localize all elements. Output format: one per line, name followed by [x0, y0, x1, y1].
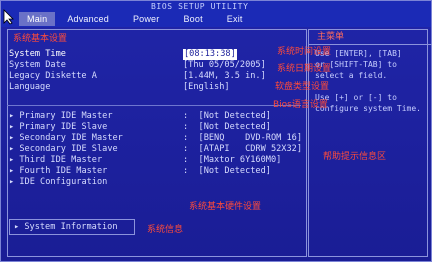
device-primary-ide-slave[interactable]: ▸ Primary IDE Slave : [Not Detected]: [9, 122, 271, 133]
bios-window: BIOS SETUP UTILITY Main Advanced Power B…: [0, 0, 432, 262]
mouse-cursor-icon: [3, 9, 14, 25]
device-primary-ide-master[interactable]: ▸ Primary IDE Master : [Not Detected]: [9, 111, 271, 122]
help-panel-text: Use [ENTER], [TAB] or [SHIFT-TAB] to sel…: [315, 49, 421, 113]
menu-main[interactable]: Main: [19, 12, 56, 26]
help-panel-title: 主菜单: [309, 30, 432, 45]
note-system-date: 系统日期设置: [277, 64, 332, 74]
ide-configuration[interactable]: ▸ IDE Configuration: [9, 177, 107, 188]
top-menu-bar: BIOS SETUP UTILITY Main Advanced Power B…: [1, 1, 431, 27]
setting-language[interactable]: Language [English]: [9, 82, 230, 93]
setting-system-date[interactable]: System Date [Thu 05/05/2005]: [9, 60, 266, 71]
system-information-button[interactable]: ▸ System Information: [9, 219, 135, 235]
divider: [7, 105, 301, 106]
menu-advanced[interactable]: Advanced: [55, 12, 121, 26]
device-fourth-ide-master[interactable]: ▸ Fourth IDE Master : [Not Detected]: [9, 166, 271, 177]
note-floppy-type: 软盘类型设置: [275, 82, 330, 92]
bios-title: BIOS SETUP UTILITY: [151, 2, 249, 11]
menu-exit[interactable]: Exit: [215, 12, 255, 26]
note-bios-language: Bios语言设置: [273, 100, 328, 110]
arrow-icon: ▸: [14, 222, 25, 232]
device-secondary-ide-slave[interactable]: ▸ Secondary IDE Slave : [ATAPI CDRW 52X3…: [9, 144, 302, 155]
menu-boot[interactable]: Boot: [171, 12, 214, 26]
main-menu: Main Advanced Power Boot Exit: [19, 12, 255, 26]
note-system-info: 系统信息: [147, 225, 184, 235]
setting-system-time[interactable]: System Time [08:13:38]: [9, 49, 237, 60]
device-third-ide-master[interactable]: ▸ Third IDE Master : [Maxtor 6Y160M0]: [9, 155, 281, 166]
note-help-area: 帮助提示信息区: [323, 152, 387, 162]
note-system-time: 系统时间设置: [277, 47, 332, 57]
setting-legacy-diskette[interactable]: Legacy Diskette A [1.44M, 3.5 in.]: [9, 71, 266, 82]
note-basic-settings: 系统基本设置: [13, 34, 68, 44]
device-secondary-ide-master[interactable]: ▸ Secondary IDE Master : [BENQ DVD-ROM 1…: [9, 133, 302, 144]
menu-power[interactable]: Power: [121, 12, 172, 26]
note-hardware-settings: 系统基本硬件设置: [189, 202, 262, 212]
